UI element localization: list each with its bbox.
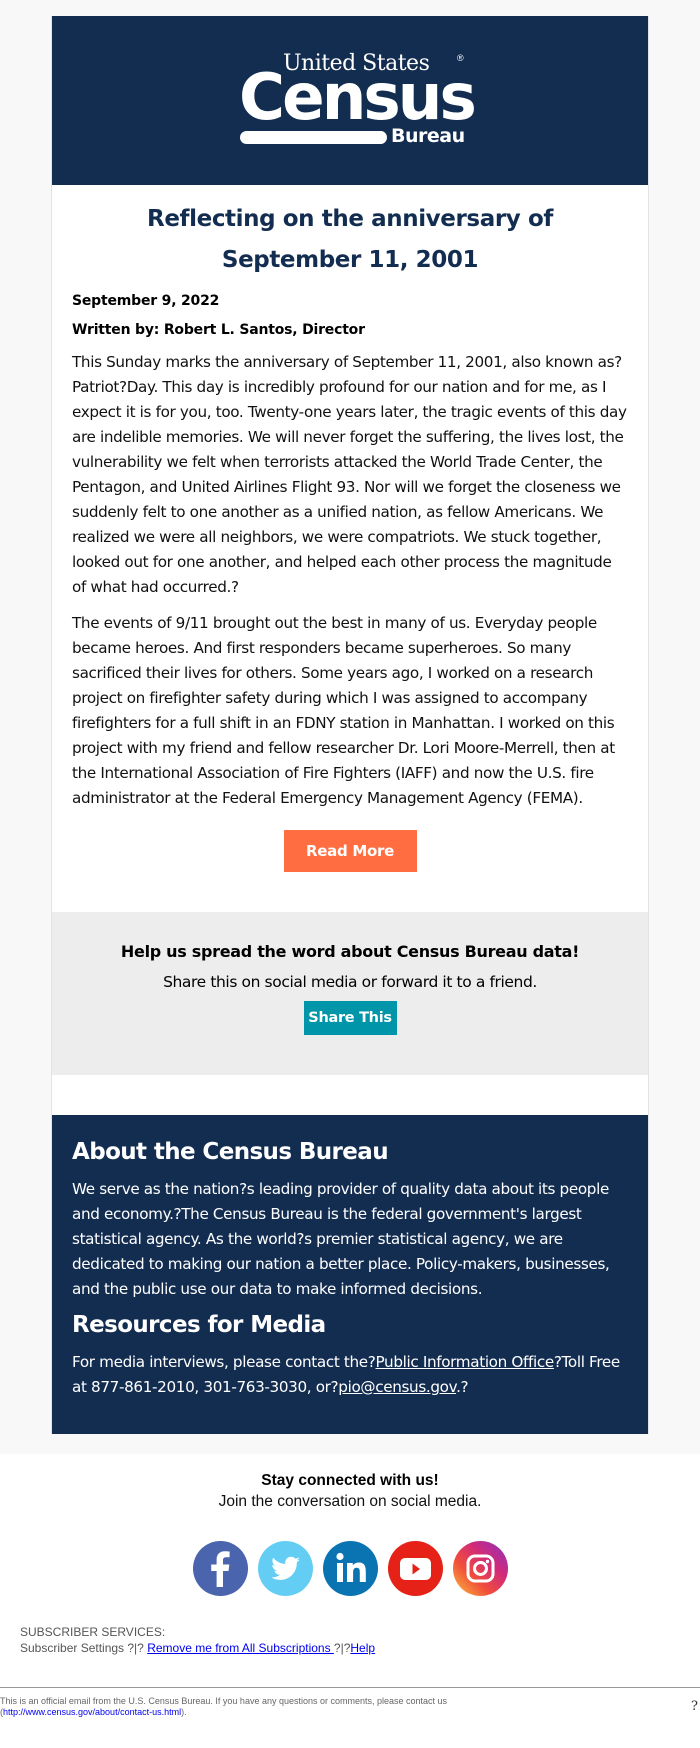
share-section: Help us spread the word about Census Bur…	[52, 912, 648, 1075]
social-heading: Stay connected with us!	[261, 1472, 439, 1489]
official-text: This is an official email from the U.S. …	[0, 1696, 448, 1706]
subscriber-separator: ?|?	[333, 1641, 351, 1655]
social-subtext: Join the conversation on social media.	[218, 1493, 482, 1510]
article-date: September 9, 2022	[72, 293, 220, 309]
official-notice: This is an official email from the U.S. …	[0, 1696, 447, 1718]
share-subtext: Share this on social media or forward it…	[163, 973, 537, 991]
article-title-line2: September 11, 2001	[221, 247, 479, 273]
subscriber-services: SUBSCRIBER SERVICES: Subscriber Settings…	[0, 1596, 700, 1656]
email-background: United States ® Census Bureau Reflecting…	[0, 0, 700, 1454]
official-footer: This is an official email from the U.S. …	[0, 1688, 700, 1718]
contact-us-link[interactable]: http://www.census.gov/about/contact-us.h…	[3, 1707, 181, 1717]
twitter-icon[interactable]	[257, 1541, 313, 1596]
instagram-icon[interactable]	[452, 1541, 508, 1596]
social-section: Stay connected with us! Join the convers…	[0, 1454, 700, 1596]
subscriber-settings-text: Subscriber Settings ?|?	[20, 1641, 148, 1655]
article-paragraph: The events of 9/11 brought out the best …	[72, 614, 615, 807]
logo-census: Census	[239, 60, 477, 135]
email-container: United States ® Census Bureau Reflecting…	[51, 16, 649, 1434]
about-section: About the Census Bureau We serve as the …	[52, 1115, 648, 1434]
media-heading: Resources for Media	[72, 1312, 326, 1338]
share-this-button[interactable]: Share This	[303, 1001, 397, 1035]
article-title-line1: Reflecting on the anniversary of	[147, 206, 553, 232]
article-paragraph: This Sunday marks the anniversary of Sep…	[72, 353, 627, 596]
trailing-mark: ?	[691, 1699, 698, 1714]
logo-bureau: Bureau	[391, 124, 465, 147]
social-icons	[0, 1541, 700, 1596]
pio-email-link[interactable]: pio@census.gov	[338, 1378, 456, 1396]
media-text-after: .?	[456, 1378, 469, 1396]
subscriber-links: Subscriber Settings ?|? Remove me from A…	[20, 1640, 700, 1656]
public-information-office-link[interactable]: Public Information Office	[376, 1353, 555, 1371]
paren-close: ).	[181, 1707, 187, 1717]
remove-all-subscriptions-link[interactable]: Remove me from All Subscriptions	[147, 1641, 334, 1655]
article-byline: Written by: Robert L. Santos, Director	[72, 322, 365, 338]
census-bureau-logo[interactable]: United States ® Census Bureau	[239, 51, 477, 151]
share-heading: Help us spread the word about Census Bur…	[120, 942, 580, 961]
facebook-icon[interactable]	[192, 1541, 248, 1596]
section-spacer	[52, 1075, 648, 1115]
media-text-before: For media interviews, please contact the…	[72, 1353, 376, 1371]
youtube-icon[interactable]	[387, 1541, 443, 1596]
subscriber-heading: SUBSCRIBER SERVICES:	[20, 1625, 166, 1639]
header-banner: United States ® Census Bureau	[52, 16, 648, 185]
article: Reflecting on the anniversary of Septemb…	[52, 185, 648, 912]
article-title: Reflecting on the anniversary of Septemb…	[72, 199, 628, 281]
about-heading: About the Census Bureau	[72, 1139, 389, 1165]
help-link[interactable]: Help	[350, 1641, 375, 1655]
media-text: For media interviews, please contact the…	[72, 1350, 628, 1400]
about-text: We serve as the nation?s leading provide…	[72, 1180, 610, 1298]
read-more-button[interactable]: Read More	[283, 830, 417, 872]
linkedin-icon[interactable]	[322, 1541, 378, 1596]
logo-bar	[240, 130, 387, 144]
